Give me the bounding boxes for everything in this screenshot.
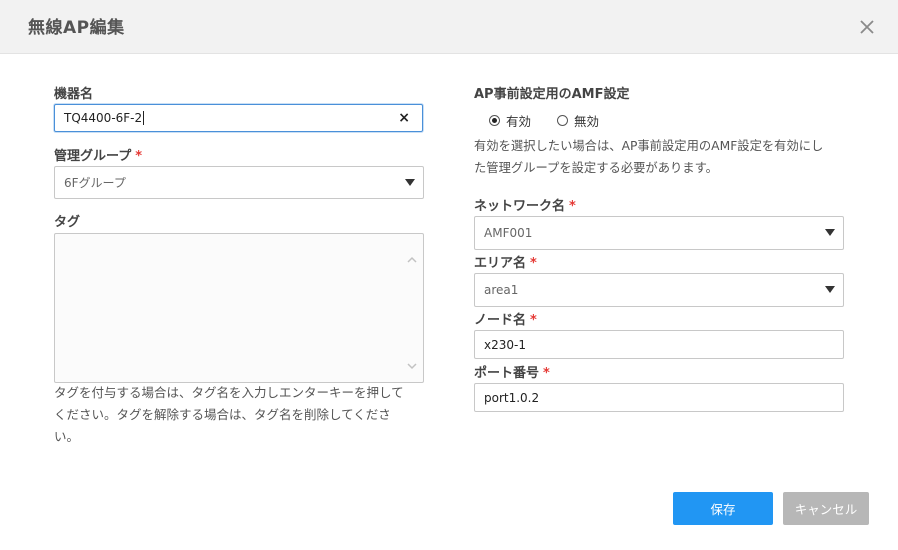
node-input[interactable]: x230-1 (474, 330, 844, 359)
amf-radio-enabled[interactable]: 有効 (489, 111, 531, 130)
group-select[interactable]: 6Fグループ (54, 166, 424, 199)
group-select-value: 6Fグループ (64, 176, 126, 190)
required-mark: * (530, 313, 537, 328)
tag-help-line: タグを付与する場合は、タグ名を入力しエンターキーを押して (54, 385, 404, 400)
scroll-up-icon[interactable] (407, 250, 417, 263)
radio-label: 無効 (574, 114, 600, 129)
tag-help-text: タグを付与する場合は、タグ名を入力しエンターキーを押して ください。タグを解除す… (54, 382, 424, 448)
tag-textarea[interactable] (54, 233, 424, 383)
port-input[interactable]: port1.0.2 (474, 383, 844, 412)
tag-label: タグ (54, 215, 81, 230)
port-label: ポート番号 * (474, 366, 550, 381)
network-select-value: AMF001 (484, 226, 533, 240)
chevron-down-icon (825, 286, 835, 293)
cancel-button[interactable]: キャンセル (783, 492, 869, 525)
radio-unchecked-icon (557, 115, 568, 126)
amf-radio-disabled[interactable]: 無効 (557, 111, 599, 130)
area-label: エリア名 * (474, 256, 537, 271)
node-label: ノード名 * (474, 313, 537, 328)
clear-icon[interactable]: × (398, 105, 410, 131)
tag-help-line: ください。タグを解除する場合は、タグ名を削除してくださ (54, 407, 391, 422)
area-select[interactable]: area1 (474, 273, 844, 307)
scroll-down-icon[interactable] (407, 356, 417, 370)
amf-help-text: 有効を選択したい場合は、AP事前設定用のAMF設定を有効にし た管理グループを設… (474, 135, 854, 179)
radio-label: 有効 (506, 114, 532, 129)
port-value: port1.0.2 (484, 390, 540, 405)
group-label: 管理グループ * (54, 149, 143, 164)
area-select-value: area1 (484, 283, 519, 297)
chevron-down-icon (405, 178, 415, 186)
dialog-header: 無線AP編集 (0, 0, 898, 54)
required-mark: * (135, 149, 143, 164)
amf-label: AP事前設定用のAMF設定 (474, 87, 630, 102)
amf-help-line: た管理グループを設定する必要があります。 (474, 161, 718, 175)
tag-help-line: い。 (54, 429, 80, 444)
node-value: x230-1 (484, 337, 526, 352)
network-label: ネットワーク名 * (474, 199, 576, 214)
amf-help-line: 有効を選択したい場合は、AP事前設定用のAMF設定を有効にし (474, 139, 824, 153)
required-mark: * (530, 256, 537, 271)
device-name-value: TQ4400-6F-2 (64, 111, 145, 125)
chevron-down-icon (825, 229, 835, 236)
device-name-input[interactable]: TQ4400-6F-2 × (54, 104, 423, 132)
required-mark: * (543, 366, 550, 381)
device-name-label: 機器名 (54, 87, 94, 102)
close-icon[interactable] (857, 17, 877, 37)
save-button[interactable]: 保存 (673, 492, 773, 525)
network-select[interactable]: AMF001 (474, 216, 844, 250)
dialog-title: 無線AP編集 (28, 18, 125, 38)
required-mark: * (569, 199, 576, 214)
radio-checked-icon (489, 115, 500, 126)
